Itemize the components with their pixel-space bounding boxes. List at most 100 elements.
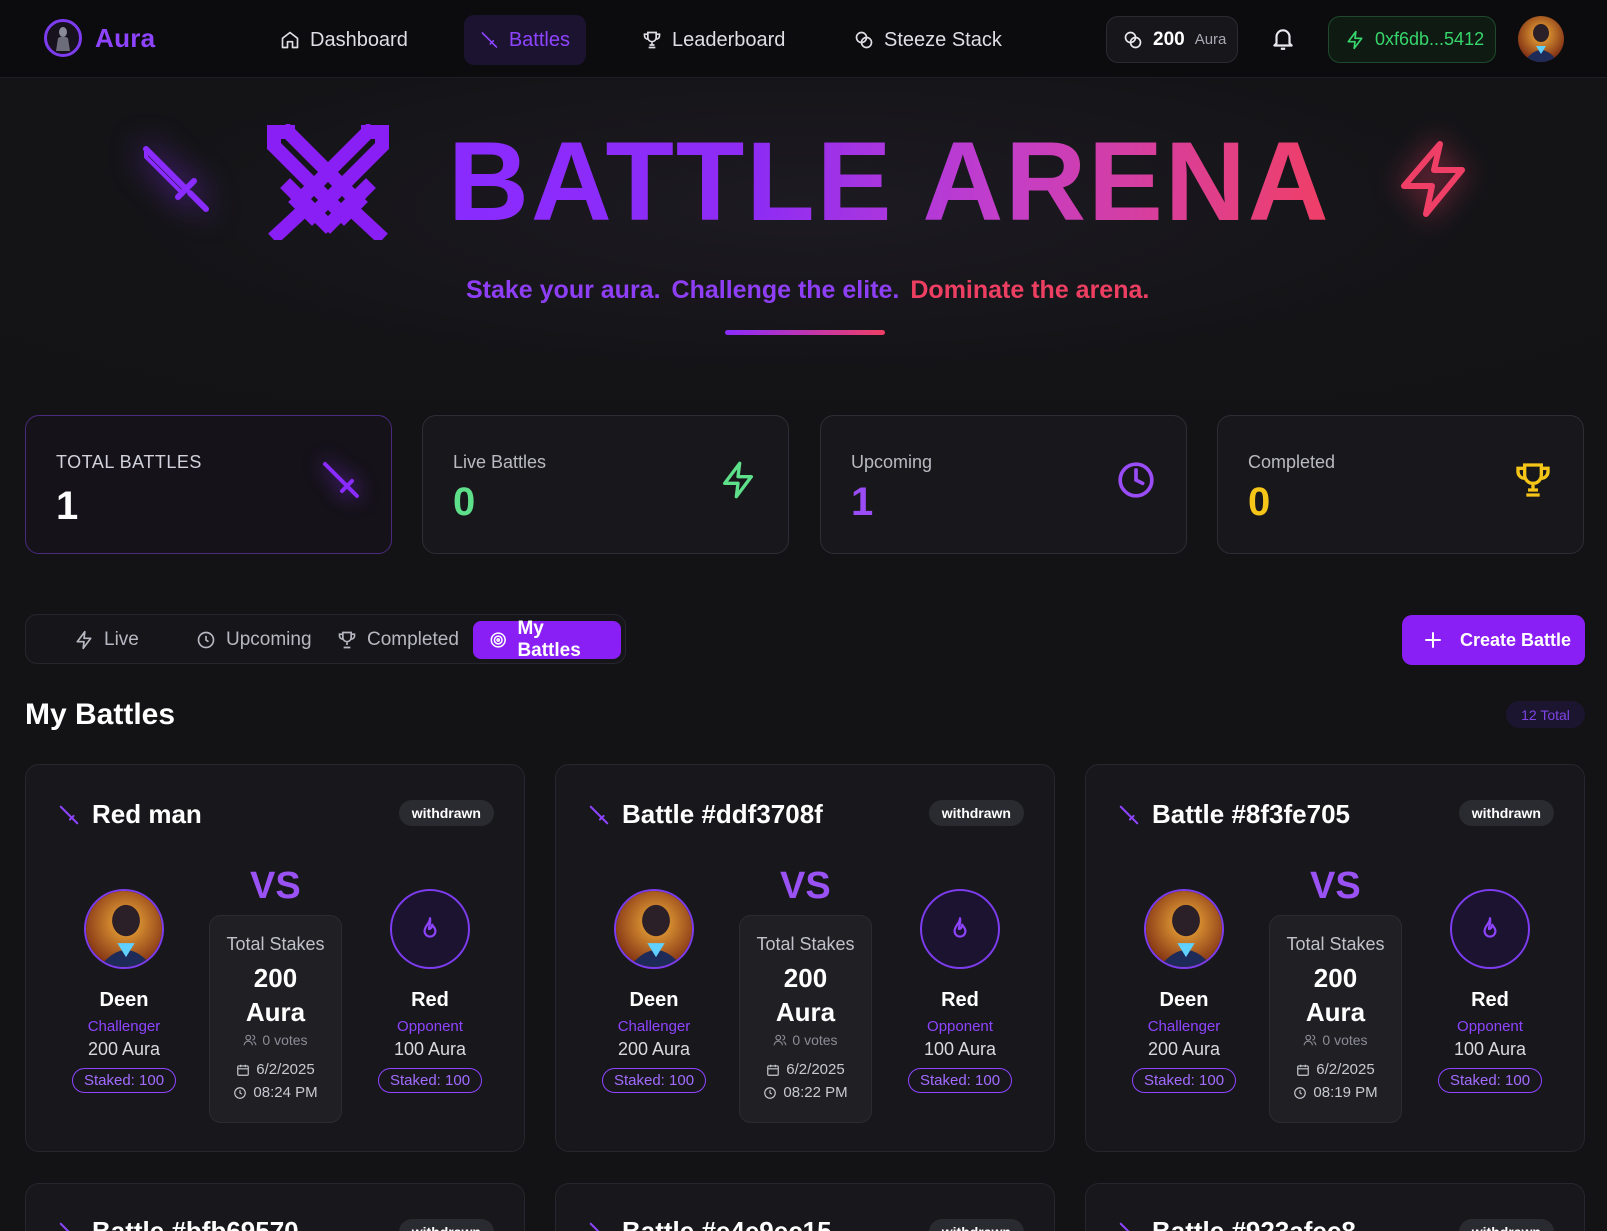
opponent-avatar[interactable] — [920, 889, 1000, 969]
total-stakes-panel: Total Stakes 200 Aura 0 votes 6/2/2025 0… — [1269, 915, 1402, 1123]
hero-title: BATTLE ARENA — [448, 119, 1331, 244]
opponent-name: Red — [411, 989, 449, 1011]
battle-date: 6/2/2025 — [210, 1061, 341, 1078]
battle-card[interactable]: Battle #e4e9ec15 withdrawn — [555, 1183, 1055, 1231]
stat-upcoming: Upcoming 1 — [820, 415, 1187, 554]
trophy-icon — [1516, 463, 1550, 497]
clock-icon — [197, 631, 215, 649]
opponent-aura: 100 Aura — [923, 1039, 997, 1059]
battle-title: Battle #bfb69570 — [92, 1216, 299, 1231]
nav-steeze-stack-label: Steeze Stack — [884, 28, 1002, 51]
challenger-name: Deen — [99, 989, 149, 1011]
tab-upcoming[interactable]: Upcoming — [180, 621, 328, 659]
battle-card[interactable]: Battle #8f3fe705 withdrawn Deen Challeng… — [1085, 764, 1585, 1152]
battle-card[interactable]: Battle #bfb69570 withdrawn — [25, 1183, 525, 1231]
battle-date: 6/2/2025 — [1270, 1061, 1401, 1078]
battle-card[interactable]: Battle #923afec8 withdrawn — [1085, 1183, 1585, 1231]
battle-time-value: 08:19 PM — [1313, 1084, 1378, 1101]
sword-icon — [59, 1222, 70, 1231]
crossed-swords-icon — [267, 124, 389, 240]
aura-balance-value: 200 — [1153, 28, 1185, 50]
challenger-avatar[interactable] — [1144, 889, 1224, 969]
tab-live-label: Live — [104, 629, 139, 650]
create-battle-label: Create Battle — [1460, 629, 1572, 650]
hero-subtitle-3: Dominate the arena. — [910, 276, 1150, 304]
aura-balance-unit: Aura — [1194, 31, 1227, 48]
battle-title: Battle #ddf3708f — [622, 799, 823, 829]
total-stakes-panel: Total Stakes 200 Aura 0 votes 6/2/2025 0… — [739, 915, 872, 1123]
coins-icon — [1124, 31, 1142, 48]
bolt-icon — [723, 461, 753, 499]
opponent-aura: 100 Aura — [1453, 1039, 1527, 1059]
sword-icon — [59, 805, 79, 824]
users-icon — [774, 1034, 787, 1046]
battle-card-header: Battle #ddf3708f — [588, 799, 823, 830]
votes-count: 0 votes — [262, 1032, 308, 1048]
tab-my-battles[interactable]: My Battles — [473, 618, 621, 661]
battle-title: Red man — [92, 799, 202, 829]
bell-icon[interactable] — [1270, 26, 1296, 52]
battle-time-value: 08:22 PM — [783, 1084, 848, 1101]
tab-completed-label: Completed — [367, 629, 459, 650]
opponent-staked: Staked: 100 — [907, 1068, 1013, 1093]
app-name: Aura — [95, 22, 156, 53]
battle-filter-tabs: Live Upcoming Completed My Battles — [25, 614, 626, 664]
wallet-address: 0xf6db...5412 — [1375, 29, 1485, 49]
tab-my-battles-label: My Battles — [517, 618, 581, 661]
challenger-avatar[interactable] — [614, 889, 694, 969]
battle-card[interactable]: Battle #ddf3708f withdrawn Deen Challeng… — [555, 764, 1055, 1152]
nav-battles-label: Battles — [508, 28, 570, 51]
challenger-staked: Staked: 100 — [601, 1068, 707, 1093]
sword-icon — [143, 146, 209, 212]
opponent-avatar[interactable] — [390, 889, 470, 969]
app-logo[interactable]: Aura — [44, 19, 155, 57]
challenger-avatar[interactable] — [84, 889, 164, 969]
calendar-icon — [1297, 1064, 1310, 1076]
nav-dashboard[interactable]: Dashboard — [264, 15, 424, 65]
opponent-staked: Staked: 100 — [1437, 1068, 1543, 1093]
users-icon — [1304, 1034, 1317, 1046]
challenger-staked: Staked: 100 — [1131, 1068, 1237, 1093]
opponent-name: Red — [941, 989, 979, 1011]
challenger: Deen Challenger 200 Aura Staked: 100 — [594, 889, 714, 1093]
opponent: Red Opponent 100 Aura Staked: 100 — [370, 889, 490, 1093]
flame-icon — [1483, 917, 1497, 938]
opponent-avatar[interactable] — [1450, 889, 1530, 969]
clock-icon — [234, 1086, 247, 1099]
total-stakes-label: Total Stakes — [226, 934, 325, 954]
wallet-button[interactable]: 0xf6db...5412 — [1328, 16, 1496, 63]
challenger-name: Deen — [629, 989, 679, 1011]
opponent-role: Opponent — [1457, 1018, 1523, 1035]
total-stakes-unit: Aura — [775, 997, 836, 1027]
nav-battles[interactable]: Battles — [464, 15, 586, 65]
nav-leaderboard[interactable]: Leaderboard — [626, 15, 801, 65]
sword-icon — [589, 1222, 600, 1231]
hero-subtitle: Stake your aura. Challenge the elite. Do… — [466, 276, 1149, 305]
users-icon — [244, 1034, 257, 1046]
create-battle-button[interactable]: Create Battle — [1402, 615, 1585, 665]
stat-total-value: 1 — [56, 484, 79, 528]
battle-title: Battle #8f3fe705 — [1152, 799, 1350, 829]
bolt-icon — [1401, 141, 1465, 217]
status-badge: withdrawn — [398, 1219, 494, 1231]
opponent-name: Red — [1471, 989, 1509, 1011]
challenger: Deen Challenger 200 Aura Staked: 100 — [1124, 889, 1244, 1093]
target-icon — [490, 632, 506, 648]
total-stakes-label: Total Stakes — [1286, 934, 1385, 954]
clock-icon — [1294, 1086, 1307, 1099]
hero-divider — [725, 330, 885, 335]
calendar-icon — [767, 1064, 780, 1076]
total-stakes-amount: 200 — [1313, 963, 1358, 993]
votes-count: 0 votes — [1322, 1032, 1368, 1048]
tab-completed[interactable]: Completed — [321, 621, 475, 659]
user-avatar[interactable] — [1518, 16, 1564, 62]
battle-time: 08:24 PM — [210, 1084, 341, 1101]
trophy-icon — [643, 31, 661, 49]
stat-completed-label: Completed — [1248, 452, 1336, 472]
nav-steeze-stack[interactable]: Steeze Stack — [838, 15, 1018, 65]
battle-title: Battle #923afec8 — [1152, 1216, 1356, 1231]
battle-card[interactable]: Red man withdrawn Deen Challenger 200 Au… — [25, 764, 525, 1152]
tab-live[interactable]: Live — [58, 621, 155, 659]
sword-icon — [1119, 805, 1139, 824]
aura-balance[interactable]: 200 Aura — [1106, 16, 1238, 63]
